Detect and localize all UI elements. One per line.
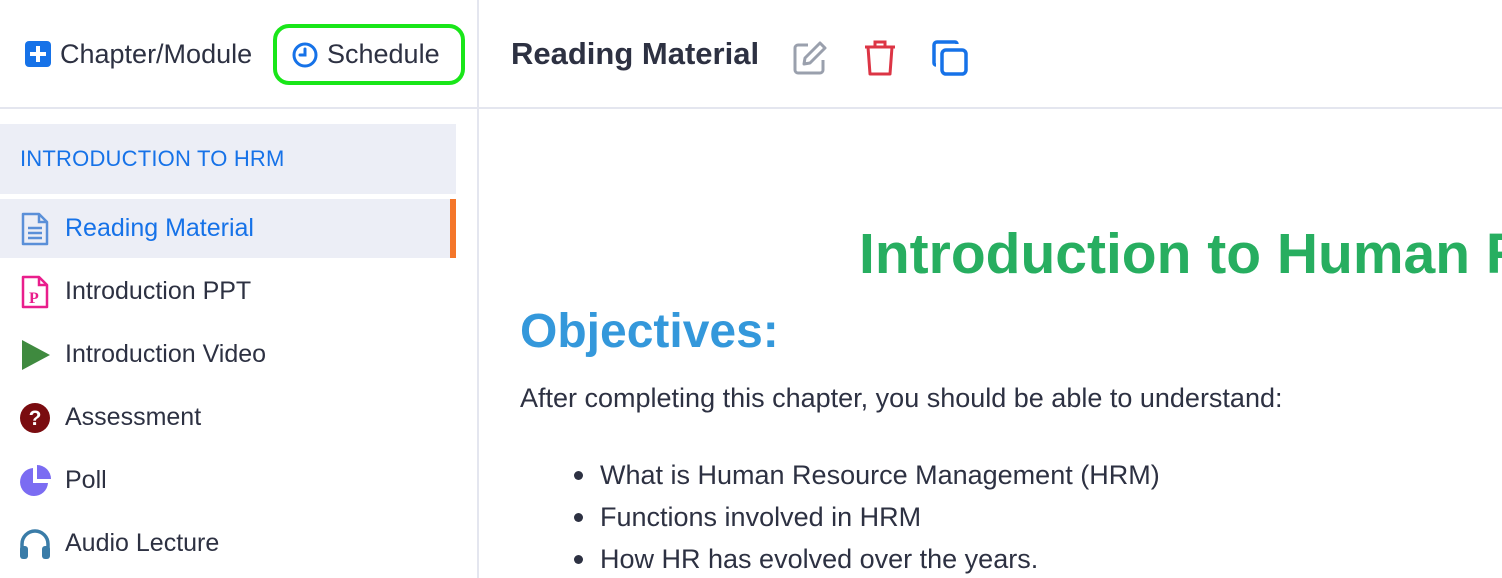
clock-icon <box>291 41 319 69</box>
sidebar-item-label: Introduction Video <box>65 340 267 368</box>
chapter-title: INTRODUCTION TO HRM <box>20 146 285 171</box>
chapter-header[interactable]: INTRODUCTION TO HRM <box>0 124 456 194</box>
copy-icon[interactable] <box>930 38 970 78</box>
pie-chart-icon <box>18 464 52 498</box>
schedule-label: Schedule <box>327 39 440 69</box>
edit-icon[interactable] <box>790 38 830 78</box>
sidebar-item-introduction-ppt[interactable]: P Introduction PPT <box>0 262 456 321</box>
svg-text:P: P <box>29 290 39 307</box>
objectives-heading: Objectives: <box>520 305 779 358</box>
trash-icon[interactable] <box>860 38 900 78</box>
list-item: How HR has evolved over the years. <box>574 538 1160 578</box>
left-toolbar: Chapter/Module Schedule <box>0 0 478 108</box>
page-title: Reading Material <box>511 36 760 71</box>
sidebar-item-label: Reading Material <box>65 214 254 242</box>
sidebar-item-audio-lecture[interactable]: Audio Lecture <box>0 514 456 573</box>
objectives-list: What is Human Resource Management (HRM) … <box>574 454 1160 578</box>
headphones-icon <box>18 527 52 561</box>
question-icon: ? <box>18 401 52 435</box>
reading-content: Introduction to Human Re Objectives: Aft… <box>479 109 1502 578</box>
sidebar-item-label: Audio Lecture <box>65 529 220 557</box>
sidebar-item-reading-material[interactable]: Reading Material <box>0 199 456 258</box>
list-item: Functions involved in HRM <box>574 496 1160 538</box>
objectives-intro: After completing this chapter, you shoul… <box>520 383 1283 413</box>
schedule-button[interactable]: Schedule <box>273 24 465 85</box>
ppt-icon: P <box>18 275 52 309</box>
sidebar-item-poll[interactable]: Poll <box>0 451 456 510</box>
play-icon <box>18 338 52 372</box>
svg-text:?: ? <box>29 407 42 430</box>
add-chapter-module-label: Chapter/Module <box>60 38 253 69</box>
sidebar: INTRODUCTION TO HRM Reading Material P I… <box>0 109 477 578</box>
content-header: Reading Material <box>479 0 1502 108</box>
sidebar-item-label: Assessment <box>65 403 202 431</box>
sidebar-item-label: Poll <box>65 466 107 494</box>
document-title: Introduction to Human Re <box>859 222 1502 286</box>
sidebar-item-introduction-video[interactable]: Introduction Video <box>0 325 456 384</box>
add-chapter-module-button[interactable]: Chapter/Module <box>24 0 252 108</box>
sidebar-item-assessment[interactable]: ? Assessment <box>0 388 456 447</box>
plus-square-icon <box>24 40 52 68</box>
document-icon <box>18 212 52 246</box>
list-item: What is Human Resource Management (HRM) <box>574 454 1160 496</box>
sidebar-item-label: Introduction PPT <box>65 277 252 305</box>
